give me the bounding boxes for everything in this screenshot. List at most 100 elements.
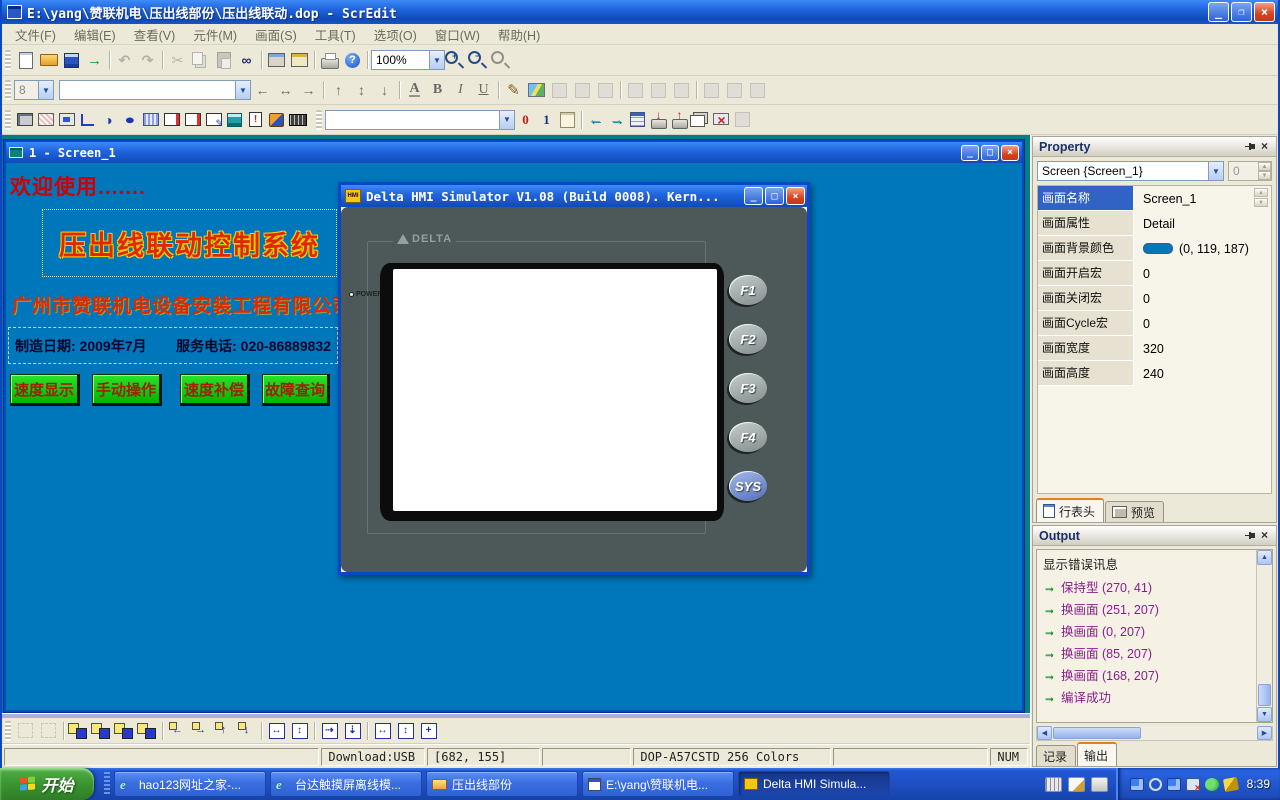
align-objects-right-icon[interactable]: → (189, 719, 212, 742)
f2-key[interactable]: F2 (729, 324, 767, 354)
vertical-scrollbar[interactable]: ▲ ▼ (1256, 550, 1272, 722)
flip-icon[interactable] (594, 79, 617, 102)
zoom-out-icon[interactable]: − (468, 49, 491, 72)
screen1-title-bar[interactable]: 1 - Screen_1 _ □ × (6, 142, 1022, 163)
zoom-in-icon[interactable]: + (445, 49, 468, 72)
task-simulator[interactable]: Delta HMI Simula... (738, 771, 890, 797)
zoom-select-icon[interactable] (491, 49, 514, 72)
print-icon[interactable] (318, 49, 341, 72)
network-icon[interactable] (1130, 778, 1144, 791)
align-objects-top-icon[interactable]: ↑ (212, 719, 235, 742)
property-row-bg-color[interactable]: 画面背景颜色 (0, 119, 187) (1038, 236, 1271, 261)
alarm-element-icon[interactable] (245, 109, 266, 130)
group-icon[interactable] (14, 719, 37, 742)
menu-help[interactable]: 帮助(H) (489, 23, 549, 46)
sys-key[interactable]: SYS (729, 471, 767, 501)
company-text[interactable]: 广州市赞联机电设备安装工程有限公司 (12, 291, 352, 318)
toolbar-grip[interactable] (5, 80, 11, 100)
output-panel-header[interactable]: Output × (1033, 526, 1276, 546)
minimize-button[interactable]: _ (1208, 2, 1229, 22)
simulator-window[interactable]: HMI Delta HMI Simulator V1.08 (Build 000… (338, 182, 810, 575)
menu-view[interactable]: 查看(V) (125, 23, 185, 46)
tab-row-header[interactable]: 行表头 (1036, 498, 1104, 522)
align-right-icon[interactable] (670, 79, 693, 102)
tab-preview[interactable]: 预览 (1105, 501, 1164, 522)
output-entry[interactable]: → 换画面 (0, 207) (1037, 619, 1256, 641)
grid-spinner[interactable]: ▲▼ (1254, 188, 1268, 207)
graph-element-icon[interactable] (266, 109, 287, 130)
keyboard-icon[interactable] (1045, 777, 1062, 792)
scrollbar-thumb[interactable] (1053, 727, 1141, 739)
picture-element-icon[interactable] (35, 109, 56, 130)
spinner-up-icon[interactable]: ▲ (1258, 162, 1271, 171)
align-text-left-icon[interactable]: ← (251, 79, 274, 102)
taskbar-divider[interactable] (104, 772, 110, 796)
scroll-down-icon[interactable]: ▼ (1257, 707, 1272, 722)
font-size-combo[interactable]: 8 ▼ (14, 80, 54, 100)
transform-icon[interactable] (548, 79, 571, 102)
help-icon[interactable] (341, 49, 364, 72)
stop-simulator-icon[interactable]: × (711, 109, 732, 130)
toolbar-grip[interactable] (5, 50, 11, 70)
pattern-element-icon[interactable] (140, 109, 161, 130)
align-text-bottom-icon[interactable]: ↓ (373, 79, 396, 102)
toolbar-grip[interactable] (5, 110, 11, 130)
output-entry[interactable]: → 换画面 (85, 207) (1037, 641, 1256, 663)
message-display-icon[interactable] (182, 109, 203, 130)
keypad-element-icon[interactable] (287, 109, 308, 130)
maximize-button[interactable]: □ (765, 187, 784, 205)
compile-icon[interactable] (627, 109, 648, 130)
toolbar-grip[interactable] (5, 721, 11, 741)
scroll-right-icon[interactable]: ▶ (1257, 726, 1272, 740)
draw-pen-icon[interactable]: ✎ (502, 79, 525, 102)
redo-icon[interactable]: ↷ (136, 49, 159, 72)
task-delta-page[interactable]: 台达触摸屏离线模... (270, 771, 422, 797)
pin-icon[interactable] (1243, 140, 1257, 154)
network-icon-2[interactable] (1167, 778, 1181, 791)
close-icon[interactable]: × (1257, 140, 1272, 154)
tab-output[interactable]: 输出 (1077, 742, 1117, 766)
pie-element-icon[interactable]: ◑ (98, 109, 119, 130)
menu-file[interactable]: 文件(F) (6, 23, 65, 46)
messenger-icon[interactable] (1205, 778, 1219, 791)
state-1-icon[interactable]: 1 (536, 109, 557, 130)
align-left-icon[interactable] (624, 79, 647, 102)
bring-forward-icon[interactable] (113, 719, 136, 742)
input-element-icon[interactable] (203, 109, 224, 130)
heading-box[interactable]: 压出线联动控制系统 (42, 209, 337, 277)
align-objects-bottom-icon[interactable]: ↓ (235, 719, 258, 742)
scroll-up-icon[interactable]: ▲ (1257, 550, 1272, 565)
chevron-down-icon[interactable]: ▼ (38, 81, 53, 99)
static-text-icon[interactable] (14, 109, 35, 130)
restore-button[interactable]: ❐ (1231, 2, 1252, 22)
close-button[interactable]: × (1254, 2, 1275, 22)
property-spinner[interactable]: 0 ▲▼ (1228, 161, 1272, 181)
bring-to-front-icon[interactable] (67, 719, 90, 742)
align-objects-left-icon[interactable]: ← (166, 719, 189, 742)
task-folder[interactable]: 压出线部份 (426, 771, 578, 797)
send-backward-icon[interactable] (136, 719, 159, 742)
property-row-cycle-macro[interactable]: 画面Cycle宏 0 (1038, 311, 1271, 336)
simulator-title-bar[interactable]: HMI Delta HMI Simulator V1.08 (Build 000… (341, 185, 807, 207)
download-screen-icon[interactable] (648, 109, 669, 130)
underline-icon[interactable]: U (472, 79, 495, 102)
rotate-icon[interactable] (571, 79, 594, 102)
output-entry[interactable]: → 换画面 (251, 207) (1037, 597, 1256, 619)
minimize-button[interactable]: _ (744, 187, 763, 205)
close-button[interactable]: × (786, 187, 805, 205)
element-property-icon[interactable] (557, 109, 578, 130)
element-combo[interactable]: ▼ (325, 110, 515, 130)
numeric-display-icon[interactable] (161, 109, 182, 130)
next-screen-icon[interactable]: → (606, 109, 627, 130)
align-text-right-icon[interactable]: → (297, 79, 320, 102)
undo-icon[interactable]: ↶ (113, 49, 136, 72)
center-horizontal-icon[interactable]: ↔ (265, 719, 288, 742)
tab-record[interactable]: 记录 (1036, 745, 1076, 766)
spinner-up-icon[interactable]: ▲ (1254, 188, 1268, 197)
scroll-left-icon[interactable]: ◀ (1037, 726, 1052, 740)
speed-display-button[interactable]: 速度显示 (10, 374, 80, 406)
property-row-close-macro[interactable]: 画面关闭宏 0 (1038, 286, 1271, 311)
align-bottom-icon[interactable] (746, 79, 769, 102)
align-text-top-icon[interactable]: ↑ (327, 79, 350, 102)
menu-screen[interactable]: 画面(S) (246, 23, 306, 46)
